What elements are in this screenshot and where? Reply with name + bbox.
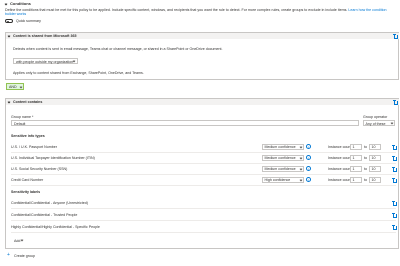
create-group-label: Create group — [14, 253, 35, 258]
group-operator-label: Group operator — [363, 115, 388, 119]
label-name: Highly Confidential\Highly Confidential … — [11, 225, 100, 229]
toggle-knob-icon — [6, 20, 9, 23]
confidence-dropdown[interactable]: Medium confidence — [262, 143, 304, 150]
applies-text: Applies only to content shared from Exch… — [13, 71, 144, 75]
instance-min-value: 1 — [352, 145, 355, 150]
group-name-label: Group name * — [11, 115, 34, 119]
instance-max-input[interactable]: 10 — [369, 165, 381, 172]
instance-to-label: to — [364, 178, 367, 182]
add-button[interactable]: Add — [14, 238, 30, 244]
instance-min-input[interactable]: 1 — [350, 165, 362, 172]
header-description: Define the conditions that must be met f… — [5, 8, 397, 16]
delete-icon[interactable] — [393, 34, 398, 39]
instance-min-value: 1 — [352, 156, 355, 161]
chevron-down-icon — [299, 178, 303, 182]
instance-min-input[interactable]: 1 — [350, 143, 362, 150]
info-icon[interactable]: i — [306, 166, 311, 171]
instance-max-input[interactable]: 10 — [369, 154, 381, 161]
instance-count-label: Instance count — [328, 178, 352, 182]
delete-icon[interactable] — [392, 156, 397, 161]
instance-max-value: 10 — [371, 167, 376, 172]
shared-description: Detects when content is sent in email me… — [13, 47, 223, 51]
delete-icon[interactable] — [392, 145, 397, 150]
contains-section-header — [6, 99, 399, 105]
sit-row: U.S. / U.K. Passport Number Medium confi… — [11, 143, 397, 153]
instance-max-value: 10 — [371, 145, 376, 150]
delete-icon[interactable] — [392, 225, 397, 230]
operator-button[interactable]: AND — [6, 83, 24, 90]
instance-max-value: 10 — [371, 178, 376, 183]
description-text: Define the conditions that must be met f… — [5, 8, 348, 12]
shared-with-value: with people outside my organization — [16, 59, 74, 64]
instance-count-label: Instance count — [328, 167, 352, 171]
delete-icon[interactable] — [392, 167, 397, 172]
delete-icon[interactable] — [393, 100, 398, 105]
shared-section-title: Content is shared from Microsoft 365 — [13, 34, 77, 38]
label-row: Highly Confidential\Highly Confidential … — [11, 222, 397, 233]
sit-name: U.S. Social Security Number (SSN) — [11, 167, 68, 171]
instance-max-input[interactable]: 10 — [369, 143, 381, 150]
operator-label: AND — [9, 85, 17, 90]
info-icon[interactable]: i — [306, 155, 311, 160]
delete-icon[interactable] — [392, 213, 397, 218]
chevron-down-icon — [72, 59, 76, 63]
quick-summary-toggle[interactable] — [5, 19, 13, 23]
page-title: Conditions — [10, 1, 31, 6]
contains-section-title: Content contains — [13, 100, 43, 104]
info-icon[interactable]: i — [306, 177, 311, 182]
confidence-value: High confidence — [264, 178, 291, 183]
instance-to-label: to — [364, 156, 367, 160]
chevron-down-icon — [299, 156, 303, 160]
instance-min-input[interactable]: 1 — [350, 176, 362, 183]
delete-icon[interactable] — [392, 201, 397, 206]
instance-count-label: Instance count — [328, 145, 352, 149]
instance-to-label: to — [364, 167, 367, 171]
instance-to-label: to — [364, 145, 367, 149]
chevron-down-icon — [20, 238, 24, 242]
confidence-dropdown[interactable]: Medium confidence — [262, 165, 304, 172]
sensitive-info-types-label: Sensitive info types — [11, 134, 45, 138]
group-operator-value: Any of these — [365, 121, 386, 126]
group-name-input[interactable]: Default — [11, 120, 359, 126]
add-icon: + — [7, 252, 10, 258]
shared-with-dropdown[interactable]: with people outside my organization — [13, 58, 78, 64]
create-group-button[interactable]: + Create group — [7, 253, 47, 259]
info-icon[interactable]: i — [306, 144, 311, 149]
sit-row: Credit Card Number High confidence i Ins… — [11, 176, 397, 186]
chevron-down-icon — [299, 167, 303, 171]
chevron-down-icon — [390, 121, 394, 125]
shared-section: Content is shared from Microsoft 365 Det… — [5, 32, 399, 80]
label-name: Confidential\Confidential - Trusted Peop… — [11, 213, 78, 217]
sit-name: Credit Card Number — [11, 178, 44, 182]
instance-max-value: 10 — [371, 156, 376, 161]
confidence-value: Medium confidence — [264, 156, 296, 161]
sit-row: U.S. Social Security Number (SSN) Medium… — [11, 165, 397, 175]
contains-section: Content contains Group name * Default Gr… — [5, 98, 399, 249]
instance-max-input[interactable]: 10 — [369, 176, 381, 183]
instance-min-value: 1 — [352, 178, 355, 183]
confidence-value: Medium confidence — [264, 145, 296, 150]
quick-summary-label: Quick summary — [16, 19, 41, 23]
chevron-down-icon — [299, 145, 303, 149]
label-row: Confidential\Confidential - Anyone (Unre… — [11, 198, 397, 209]
group-operator-dropdown[interactable]: Any of these — [363, 120, 395, 126]
group-name-value: Default — [14, 121, 26, 126]
confidence-dropdown[interactable]: Medium confidence — [262, 154, 304, 161]
chevron-down-icon — [19, 85, 23, 88]
sit-row: U.S. Individual Taxpayer Identification … — [11, 154, 397, 164]
confidence-dropdown[interactable]: High confidence — [262, 176, 304, 183]
sit-name: U.S. Individual Taxpayer Identification … — [11, 156, 95, 160]
instance-min-value: 1 — [352, 167, 355, 172]
label-row: Confidential\Confidential - Trusted Peop… — [11, 210, 397, 221]
instance-min-input[interactable]: 1 — [350, 154, 362, 161]
confidence-value: Medium confidence — [264, 167, 296, 172]
sensitivity-labels-label: Sensitivity labels — [11, 190, 41, 194]
delete-icon[interactable] — [392, 178, 397, 183]
chevron-down-icon[interactable] — [4, 2, 8, 5]
sit-name: U.S. / U.K. Passport Number — [11, 145, 57, 149]
instance-count-label: Instance count — [328, 156, 352, 160]
label-name: Confidential\Confidential - Anyone (Unre… — [11, 201, 88, 205]
